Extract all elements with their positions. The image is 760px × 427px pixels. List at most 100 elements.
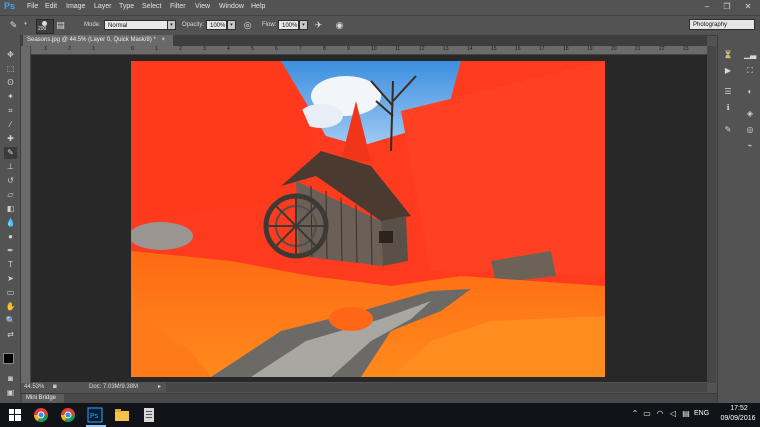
file-explorer-icon[interactable] <box>113 406 131 424</box>
menu-edit[interactable]: Edit <box>45 3 57 11</box>
dodge-tool-icon[interactable]: ● <box>4 231 17 243</box>
ruler-label: 12 <box>419 46 425 52</box>
chevron-down-icon[interactable]: ▾ <box>21 20 30 30</box>
adjustments-panel-icon[interactable]: ◐ <box>744 86 756 97</box>
pressure-size-icon[interactable]: ◉ <box>334 20 345 31</box>
layers-panel-icon[interactable]: ◈ <box>744 108 756 119</box>
menu-layer[interactable]: Layer <box>94 3 112 11</box>
opacity-label: Opacity: <box>182 22 205 28</box>
document-app-icon[interactable] <box>140 406 158 424</box>
channels-panel-icon[interactable]: ◎ <box>744 124 756 135</box>
document-tab-close-icon[interactable]: × <box>162 37 166 43</box>
notification-icon[interactable]: ▤ <box>681 409 691 419</box>
document-tab[interactable]: Seasons.jpg @ 44.5% (Layer 0, Quick Mask… <box>23 35 173 46</box>
flow-dropdown-chevron-icon[interactable]: ▾ <box>299 20 308 30</box>
swap-colors-icon[interactable]: ⇄ <box>4 329 17 341</box>
battery-icon[interactable]: ▭ <box>642 409 652 419</box>
menu-select[interactable]: Select <box>142 3 161 11</box>
status-menu-arrow-icon[interactable]: ▸ <box>158 383 161 392</box>
menu-window[interactable]: Window <box>219 3 244 11</box>
tray-chevron-icon[interactable]: ⌃ <box>630 409 640 419</box>
menu-view[interactable]: View <box>195 3 210 11</box>
menu-help[interactable]: Help <box>251 3 265 11</box>
vertical-scrollbar[interactable] <box>707 46 716 383</box>
properties-panel-icon[interactable]: ☰ <box>722 86 734 97</box>
close-button[interactable]: ✕ <box>740 1 756 12</box>
history-brush-tool-icon[interactable]: ↺ <box>4 175 17 187</box>
info-icon[interactable]: ◙ <box>53 383 57 392</box>
photoshop-taskbar-icon[interactable]: Ps <box>86 406 104 424</box>
mode-select[interactable]: Normal <box>104 20 168 30</box>
brush-preset-picker[interactable]: 200 <box>36 19 54 34</box>
opacity-input[interactable]: 100% <box>206 20 227 30</box>
flow-label: Flow: <box>262 22 277 28</box>
flow-input[interactable]: 100% <box>278 20 299 30</box>
airbrush-icon[interactable]: ✈ <box>313 20 324 31</box>
brush-size-value: 200 <box>38 26 47 32</box>
menu-filter[interactable]: Filter <box>170 3 186 11</box>
ruler-label: 0 <box>131 46 134 52</box>
document-canvas[interactable] <box>131 61 605 377</box>
brush-panel-icon[interactable]: ✎ <box>722 124 734 135</box>
path-selection-tool-icon[interactable]: ➤ <box>4 273 17 285</box>
lasso-tool-icon[interactable]: ʘ <box>4 77 17 89</box>
language-indicator[interactable]: ENG <box>694 410 709 417</box>
hand-tool-icon[interactable]: ✋ <box>4 301 17 313</box>
eyedropper-tool-icon[interactable]: ⁄ <box>4 119 17 131</box>
opacity-dropdown-chevron-icon[interactable]: ▾ <box>227 20 236 30</box>
horizontal-scrollbar[interactable] <box>166 383 707 392</box>
wifi-icon[interactable]: ◠ <box>655 409 665 419</box>
zoom-level[interactable]: 44.53% <box>24 383 44 392</box>
mode-dropdown-chevron-icon[interactable]: ▾ <box>167 20 176 30</box>
ruler-label: 6 <box>275 46 278 52</box>
minimize-button[interactable]: – <box>699 1 715 12</box>
brush-tool-icon[interactable]: ✎ <box>4 147 17 159</box>
restore-button[interactable]: ❐ <box>719 1 735 12</box>
screen-mode-icon[interactable]: ▣ <box>4 387 17 399</box>
doc-size-info: Doc: 7.03M/9.38M <box>89 384 139 390</box>
clone-stamp-tool-icon[interactable]: ⊥ <box>4 161 17 173</box>
navigator-panel-icon[interactable]: ⛶ <box>744 65 756 76</box>
eraser-tool-icon[interactable]: ▱ <box>4 189 17 201</box>
blur-tool-icon[interactable]: 💧 <box>4 217 17 229</box>
mini-bridge-tab[interactable]: Mini Bridge <box>22 394 64 403</box>
menu-file[interactable]: File <box>27 3 38 11</box>
ruler-label: 11 <box>395 46 401 52</box>
type-tool-icon[interactable]: T <box>4 259 17 271</box>
zoom-tool-icon[interactable]: 🔍 <box>4 315 17 327</box>
chrome-icon[interactable] <box>59 406 77 424</box>
clock-date[interactable]: 09/09/2016 <box>719 415 757 422</box>
clock-time[interactable]: 17:52 <box>724 405 754 412</box>
options-bar: ✎ ▾ 200 ▤ Mode: Normal ▾ Opacity: 100% ▾… <box>0 15 760 36</box>
marquee-tool-icon[interactable]: ⬚ <box>4 63 17 75</box>
ruler-label: 1 <box>92 46 95 52</box>
paths-panel-icon[interactable]: ⌁ <box>744 140 756 151</box>
history-panel-icon[interactable]: ⏳ <box>722 49 734 60</box>
gradient-tool-icon[interactable]: ◧ <box>4 203 17 215</box>
windows-start-icon[interactable] <box>6 406 24 424</box>
quick-select-tool-icon[interactable]: ✦ <box>4 91 17 103</box>
menu-image[interactable]: Image <box>66 3 85 11</box>
shape-tool-icon[interactable]: ▭ <box>4 287 17 299</box>
workspace-select[interactable]: Photography <box>689 19 755 30</box>
chrome-icon[interactable] <box>32 406 50 424</box>
pressure-opacity-icon[interactable]: ◎ <box>242 20 253 31</box>
foreground-color-swatch[interactable] <box>3 353 14 364</box>
actions-panel-icon[interactable]: ▶ <box>722 65 734 76</box>
healing-brush-tool-icon[interactable]: ✚ <box>4 133 17 145</box>
menu-bar: Ps File Edit Image Layer Type Select Fil… <box>0 0 760 14</box>
ruler-label: 16 <box>515 46 521 52</box>
brush-tool-icon[interactable]: ✎ <box>8 20 19 31</box>
quick-mask-icon[interactable]: ◙ <box>4 373 17 385</box>
move-tool-icon[interactable]: ✥ <box>4 49 17 61</box>
ruler-label: 22 <box>659 46 665 52</box>
menu-type[interactable]: Type <box>119 3 134 11</box>
pen-tool-icon[interactable]: ✒ <box>4 245 17 257</box>
volume-icon[interactable]: ◁ <box>668 409 678 419</box>
brush-panel-toggle-icon[interactable]: ▤ <box>55 20 66 31</box>
ruler-label: 20 <box>611 46 617 52</box>
ruler-label: 21 <box>635 46 641 52</box>
crop-tool-icon[interactable]: ⌗ <box>4 105 17 117</box>
histogram-panel-icon[interactable]: ▁▃ <box>744 49 756 60</box>
info-panel-icon[interactable]: ℹ <box>722 102 734 113</box>
